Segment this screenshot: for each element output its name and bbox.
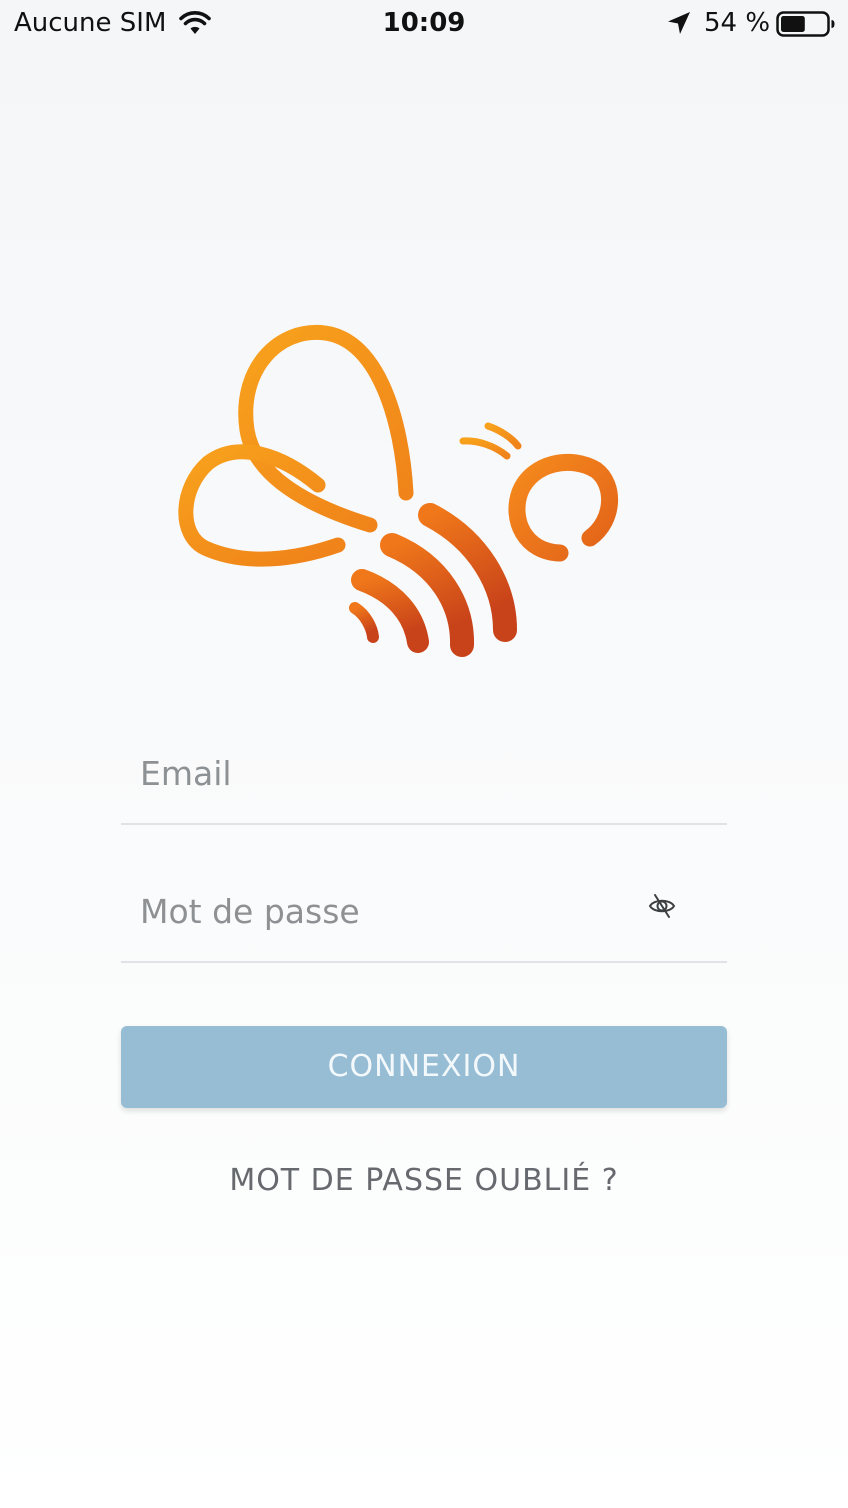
eye-slash-icon[interactable] [647,891,677,921]
battery-percent: 54 % [704,8,771,38]
battery-icon [776,11,835,37]
login-button[interactable]: CONNEXION [121,1026,727,1108]
email-input[interactable] [121,723,727,823]
password-field[interactable] [121,861,727,963]
password-input[interactable] [121,861,727,961]
bee-logo [178,324,618,657]
forgot-password-link[interactable]: MOT DE PASSE OUBLIÉ ? [121,1163,727,1198]
status-bar: Aucune SIM 10:09 54 % [0,0,848,48]
location-arrow-icon [668,12,690,34]
email-field[interactable] [121,723,727,825]
